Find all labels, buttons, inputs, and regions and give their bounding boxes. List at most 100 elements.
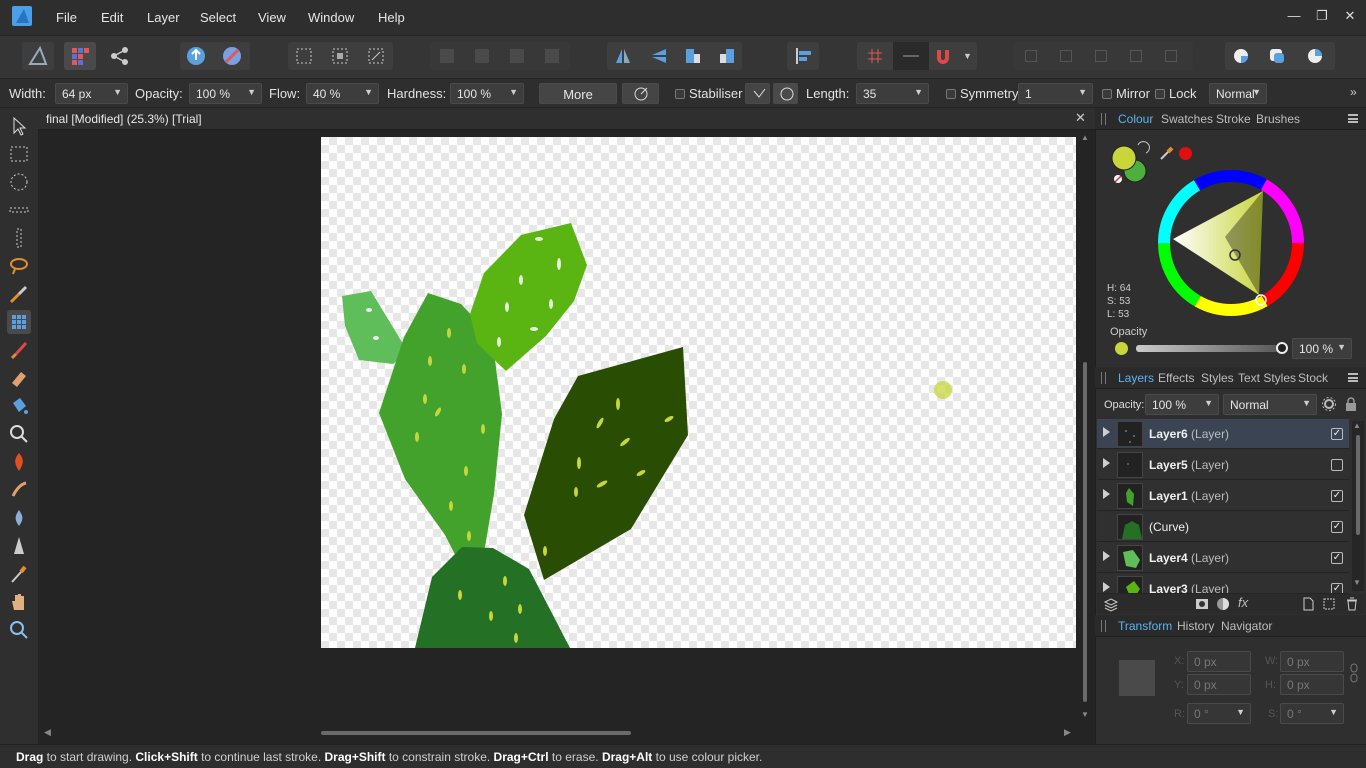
context-icon[interactable] [1267, 46, 1287, 66]
rotation-field[interactable]: 0 ° ▼ [1187, 703, 1251, 724]
rotate-left-icon[interactable] [683, 46, 703, 66]
pixel-persona-icon[interactable] [64, 42, 96, 70]
move-front-icon[interactable] [545, 49, 559, 63]
layer-row[interactable]: Layer3 (Layer) ✓ [1097, 574, 1349, 594]
layers-stack-icon[interactable] [1103, 596, 1119, 612]
symmetry-field[interactable]: 1 ▼ [1018, 83, 1093, 104]
tab-stock[interactable]: Stock [1298, 371, 1328, 385]
link-icon[interactable] [1349, 663, 1359, 683]
document-tab[interactable]: final [Modified] (25.3%) [Trial] ✕ [38, 108, 1095, 130]
quick-mask-icon[interactable] [1305, 46, 1325, 66]
expand-arrow-icon[interactable] [1103, 582, 1110, 592]
grid-icon[interactable] [865, 46, 885, 66]
opacity-field[interactable]: 100 % ▼ [189, 83, 262, 104]
stabiliser-checkbox[interactable] [675, 89, 685, 99]
expand-arrow-icon[interactable] [1103, 489, 1110, 499]
zoom-tool-icon[interactable] [7, 618, 31, 642]
smudge-tool-icon[interactable] [7, 478, 31, 502]
zoom-magnifier-icon[interactable] [7, 422, 31, 446]
flood-fill-icon[interactable] [7, 394, 31, 418]
snapping-dropdown-icon[interactable]: ▼ [963, 51, 972, 61]
h-field[interactable]: 0 px [1280, 674, 1344, 695]
eyedropper-icon[interactable] [1159, 145, 1175, 161]
rope-mode-icon[interactable] [745, 83, 770, 104]
lock-icon[interactable] [1345, 397, 1357, 411]
width-field[interactable]: 64 px ▼ [55, 83, 128, 104]
canvas[interactable] [321, 137, 1076, 648]
export-icon[interactable] [185, 45, 207, 67]
tone-mapping-icon[interactable] [221, 45, 243, 67]
xor-op-icon[interactable] [1130, 50, 1142, 62]
move-back-icon[interactable] [440, 49, 454, 63]
deselect-icon[interactable] [330, 46, 350, 66]
tab-brushes[interactable]: Brushes [1256, 112, 1300, 126]
flow-field[interactable]: 40 % ▼ [306, 83, 379, 104]
x-field[interactable]: 0 px [1187, 651, 1251, 672]
layer-row[interactable]: Layer5 (Layer) [1097, 450, 1349, 480]
rectangular-marquee-icon[interactable] [7, 142, 31, 166]
expand-arrow-icon[interactable] [1103, 427, 1110, 437]
add-layer-op-icon[interactable] [1025, 50, 1037, 62]
panel-grip-icon[interactable] [1101, 372, 1106, 384]
colour-opacity-slider[interactable] [1136, 345, 1282, 352]
force-pressure-icon[interactable] [622, 83, 659, 104]
anchor-selector-icon[interactable] [1119, 660, 1155, 696]
menu-edit[interactable]: Edit [101, 10, 123, 25]
opacity-slider-handle[interactable] [1276, 342, 1288, 354]
intersect-op-icon[interactable] [1095, 50, 1107, 62]
menu-window[interactable]: Window [308, 10, 354, 25]
expand-arrow-icon[interactable] [1103, 551, 1110, 561]
column-marquee-icon[interactable] [7, 226, 31, 250]
flip-vertical-icon[interactable] [649, 46, 669, 66]
menu-view[interactable]: View [258, 10, 286, 25]
sharpen-tool-icon[interactable] [7, 534, 31, 558]
minimize-icon[interactable]: — [1282, 6, 1306, 26]
y-field[interactable]: 0 px [1187, 674, 1251, 695]
add-layer-icon[interactable] [1300, 596, 1316, 612]
tab-transform[interactable]: Transform [1118, 619, 1172, 633]
tab-stroke[interactable]: Stroke [1216, 112, 1251, 126]
menu-select[interactable]: Select [200, 10, 236, 25]
flip-horizontal-icon[interactable] [613, 46, 633, 66]
horizontal-scrollbar[interactable]: ◀ ▶ [38, 724, 1078, 742]
share-icon[interactable] [106, 42, 134, 70]
layer-row[interactable]: Layer1 (Layer) ✓ [1097, 481, 1349, 511]
selection-brush-icon[interactable] [7, 282, 31, 306]
layer-visibility-checkbox[interactable]: ✓ [1331, 490, 1343, 502]
assistant-icon[interactable] [1231, 46, 1251, 66]
layer-visibility-checkbox[interactable]: ✓ [1331, 428, 1343, 440]
mirror-checkbox[interactable] [1102, 89, 1112, 99]
paint-brush-icon[interactable] [7, 338, 31, 362]
layer-row[interactable]: (Curve) ✓ [1097, 512, 1349, 542]
tab-navigator[interactable]: Navigator [1221, 619, 1272, 633]
tab-layers[interactable]: Layers [1118, 371, 1154, 385]
tab-colour[interactable]: Colour [1118, 112, 1153, 126]
subtract-op-icon[interactable] [1060, 50, 1072, 62]
rotate-right-icon[interactable] [717, 46, 737, 66]
symmetry-checkbox[interactable] [946, 89, 956, 99]
layer-visibility-checkbox[interactable]: ✓ [1331, 583, 1343, 593]
overflow-chevron-icon[interactable]: » [1350, 85, 1357, 99]
vertical-scrollbar[interactable]: ▲ ▼ [1078, 130, 1092, 722]
align-icon[interactable] [787, 42, 819, 70]
restore-icon[interactable]: ❐ [1310, 6, 1334, 26]
move-tool-icon[interactable] [7, 114, 31, 138]
photo-persona-icon[interactable] [22, 42, 54, 70]
tab-styles[interactable]: Styles [1201, 371, 1234, 385]
invert-selection-icon[interactable] [366, 46, 386, 66]
erase-brush-icon[interactable] [7, 366, 31, 390]
colour-picker-icon[interactable] [7, 562, 31, 586]
tab-text-styles[interactable]: Text Styles [1238, 371, 1296, 385]
w-field[interactable]: 0 px [1280, 651, 1344, 672]
divide-op-icon[interactable] [1165, 50, 1177, 62]
add-pixel-layer-icon[interactable] [1321, 596, 1337, 612]
layer-visibility-checkbox[interactable]: ✓ [1331, 521, 1343, 533]
colour-panel-menu-icon[interactable] [1348, 114, 1358, 123]
hardness-field[interactable]: 100 % ▼ [450, 83, 524, 104]
layer-opacity-field[interactable]: 100 % ▼ [1145, 394, 1219, 415]
lock-checkbox[interactable] [1155, 89, 1165, 99]
layer-row[interactable]: Layer4 (Layer) ✓ [1097, 543, 1349, 573]
tab-swatches[interactable]: Swatches [1161, 112, 1213, 126]
blend-mode-select[interactable]: Normal ▼ [1209, 83, 1267, 104]
lasso-icon[interactable] [7, 254, 31, 278]
